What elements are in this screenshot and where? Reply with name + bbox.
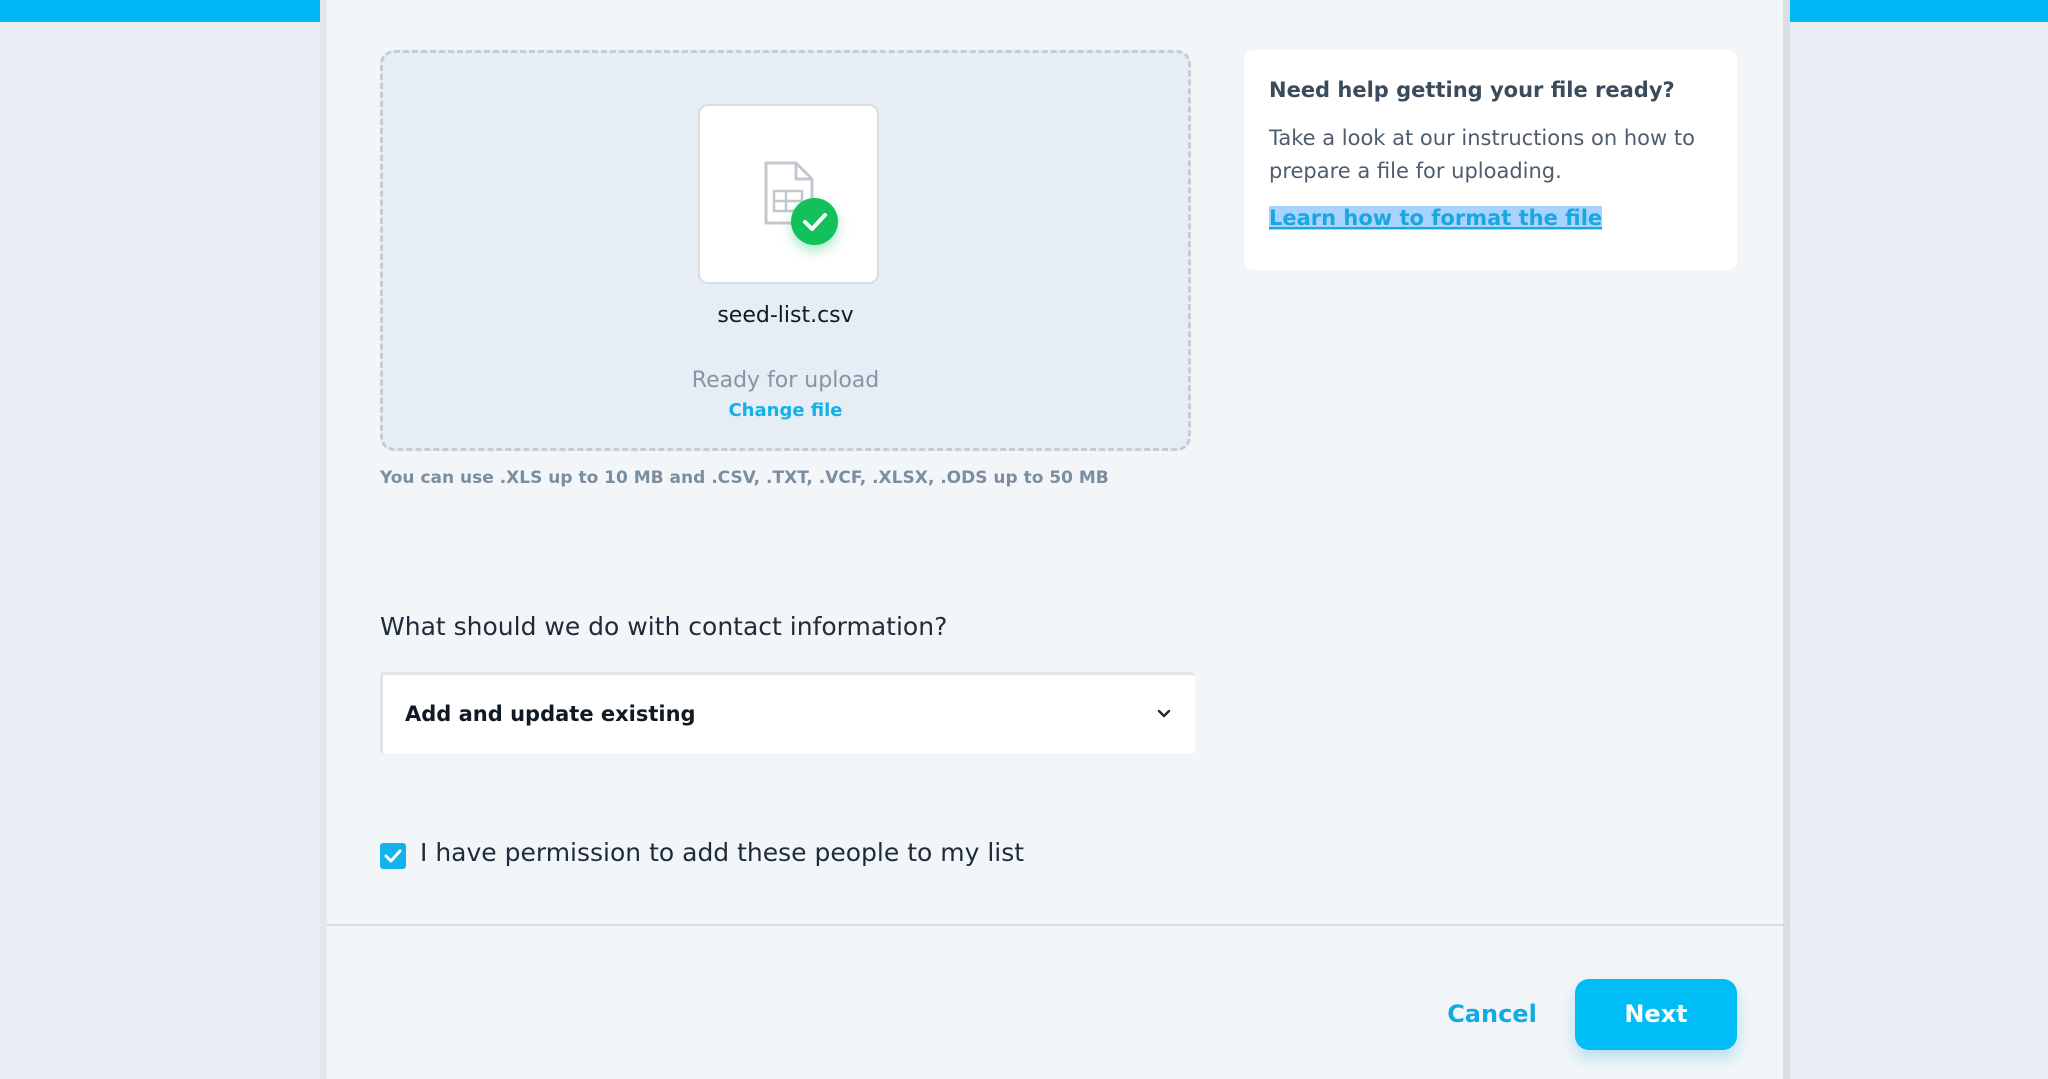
file-name: seed-list.csv (717, 303, 854, 328)
upload-status: Ready for upload (691, 368, 880, 393)
footer-divider (327, 924, 1790, 926)
cancel-button[interactable]: Cancel (1430, 979, 1554, 1049)
change-file-link[interactable]: Change file (383, 400, 1188, 421)
checkmark-icon (384, 849, 402, 863)
file-dropzone[interactable]: seed-list.csv Ready for upload Change fi… (380, 50, 1191, 451)
select-value: Add and update existing (405, 702, 696, 726)
permission-label: I have permission to add these people to… (420, 838, 1025, 867)
chevron-down-icon (1157, 709, 1171, 718)
file-format-hint: You can use .XLS up to 10 MB and .CSV, .… (380, 468, 1109, 488)
help-title: Need help getting your file ready? (1269, 78, 1675, 102)
help-card: Need help getting your file ready? Take … (1244, 50, 1737, 270)
next-button[interactable]: Next (1575, 979, 1737, 1050)
check-circle-icon (791, 198, 838, 245)
help-text: Take a look at our instructions on how t… (1269, 126, 1695, 183)
contact-info-select[interactable]: Add and update existing (380, 672, 1195, 754)
permission-checkbox[interactable] (380, 843, 406, 869)
file-preview-card (698, 104, 879, 284)
format-instructions-link[interactable]: Learn how to format the file (1269, 206, 1603, 230)
contact-info-question: What should we do with contact informati… (380, 612, 948, 641)
